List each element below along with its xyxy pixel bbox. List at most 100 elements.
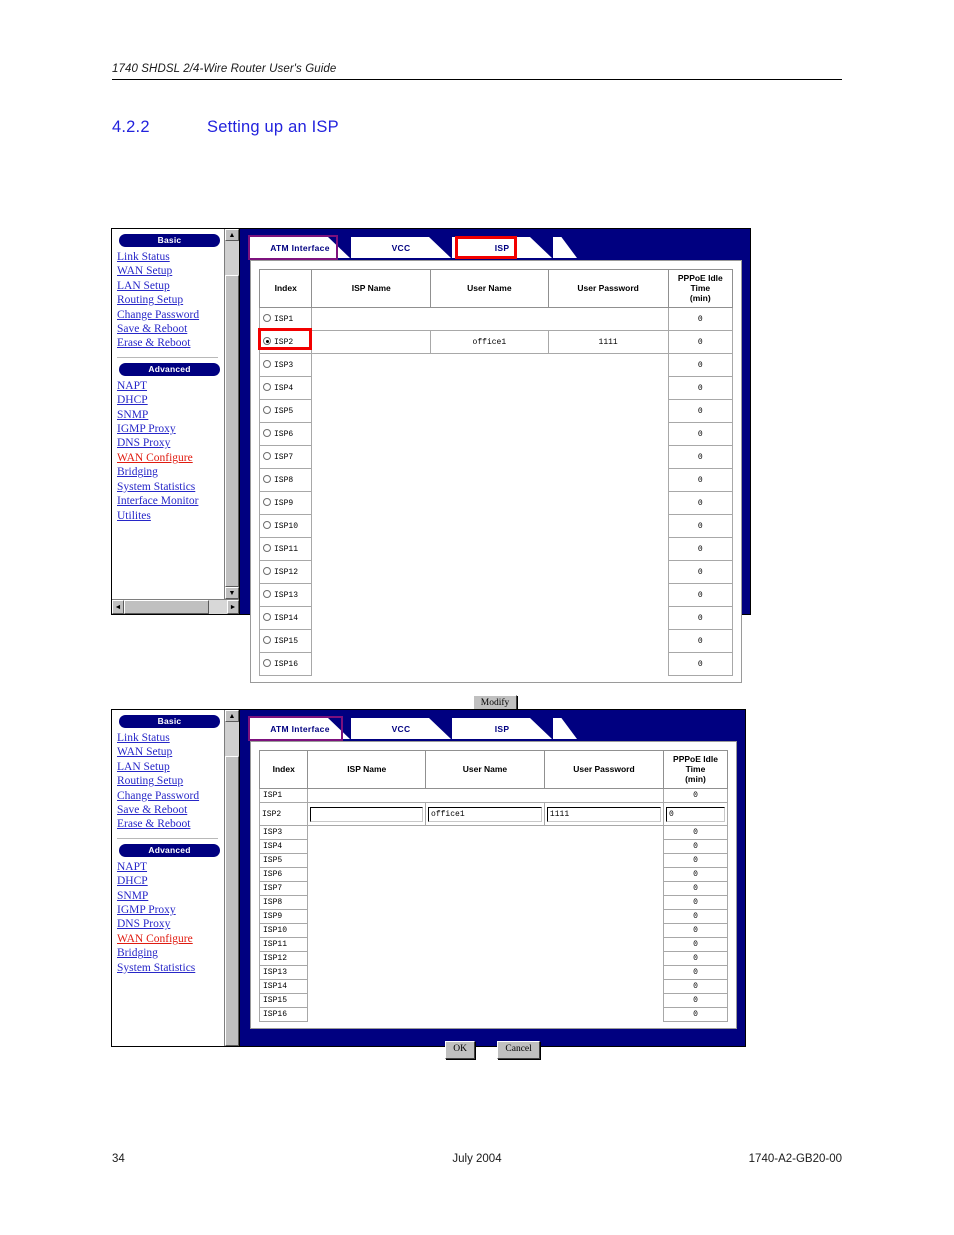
user-name-input[interactable]: office1	[428, 806, 542, 822]
sidebar-item-change-password-edit[interactable]: Change Password	[115, 789, 224, 803]
cancel-button[interactable]: Cancel	[497, 1041, 540, 1059]
sidebar-item-wan-setup[interactable]: WAN Setup	[115, 264, 224, 278]
isp-name-input[interactable]	[310, 806, 424, 822]
isp-index-cell[interactable]: ISP6	[258, 422, 313, 447]
isp-select-radio[interactable]	[263, 429, 271, 438]
sidebar-item-routing-setup[interactable]: Routing Setup	[115, 293, 224, 307]
sidebar-item-save-reboot-edit[interactable]: Save & Reboot	[115, 803, 224, 817]
isp-select-radio[interactable]	[263, 498, 271, 507]
isp-select-radio[interactable]	[263, 590, 271, 599]
isp-select-radio[interactable]	[263, 475, 271, 484]
vertical-scroll-thumb-edit[interactable]	[225, 756, 239, 1046]
isp-select-radio[interactable]	[263, 314, 271, 323]
isp-index-cell[interactable]: ISP16	[258, 652, 313, 677]
tab-isp[interactable]: ISP	[452, 237, 552, 258]
table-row: ISP10 0	[258, 514, 734, 539]
vertical-scroll-thumb[interactable]	[225, 275, 239, 587]
isp-index-cell[interactable]: ISP2	[258, 328, 313, 355]
sidebar-item-lan-setup-edit[interactable]: LAN Setup	[115, 760, 224, 774]
isp-index-cell[interactable]: ISP4	[258, 376, 313, 401]
scroll-up-icon[interactable]: ▲	[225, 229, 239, 241]
sidebar-item-system-statistics-edit[interactable]: System Statistics	[115, 961, 224, 975]
isp-select-radio[interactable]	[263, 613, 271, 622]
sidebar-item-wan-configure[interactable]: WAN Configure	[115, 451, 224, 465]
isp-select-radio[interactable]	[263, 636, 271, 645]
isp-index-cell[interactable]: ISP9	[258, 491, 313, 516]
tab-atm-interface-edit[interactable]: ATM Interface	[250, 718, 350, 739]
isp-index-cell[interactable]: ISP7	[258, 445, 313, 470]
isp-index-cell[interactable]: ISP10	[258, 514, 313, 539]
sidebar-item-save-reboot[interactable]: Save & Reboot	[115, 322, 224, 336]
sidebar-vertical-scrollbar-edit[interactable]: ▲	[224, 710, 239, 1046]
sidebar-vertical-scrollbar[interactable]: ▲ ▼	[224, 229, 239, 599]
sidebar-item-snmp-edit[interactable]: SNMP	[115, 889, 224, 903]
isp-select-radio[interactable]	[263, 383, 271, 392]
isp-index-cell[interactable]: ISP3	[258, 353, 313, 378]
isp-isp-name-cell	[312, 492, 431, 515]
sidebar-item-link-status[interactable]: Link Status	[115, 250, 224, 264]
sidebar-item-napt[interactable]: NAPT	[115, 379, 224, 393]
isp-index-cell[interactable]: ISP14	[258, 606, 313, 631]
sidebar-item-snmp[interactable]: SNMP	[115, 408, 224, 422]
horizontal-scroll-thumb[interactable]	[124, 600, 209, 614]
isp-select-radio[interactable]	[263, 659, 271, 668]
column-header-pppoe-idle-time-edit: PPPoE Idle Time (min)	[662, 749, 729, 790]
isp-select-radio[interactable]	[263, 567, 271, 576]
sidebar-item-wan-configure-edit[interactable]: WAN Configure	[115, 932, 224, 946]
sidebar-item-utilites[interactable]: Utilites	[115, 509, 224, 523]
isp-index-cell: ISP9	[258, 909, 309, 925]
vertical-scroll-track-edit[interactable]	[225, 722, 239, 1046]
sidebar-item-lan-setup[interactable]: LAN Setup	[115, 279, 224, 293]
scroll-left-icon[interactable]: ◄	[112, 600, 124, 614]
sidebar-item-wan-setup-edit[interactable]: WAN Setup	[115, 745, 224, 759]
isp-index-cell[interactable]: ISP15	[258, 629, 313, 654]
scroll-down-icon[interactable]: ▼	[225, 587, 239, 599]
sidebar-item-napt-edit[interactable]: NAPT	[115, 860, 224, 874]
sidebar-item-routing-setup-edit[interactable]: Routing Setup	[115, 774, 224, 788]
isp-select-radio[interactable]	[263, 521, 271, 530]
sidebar-item-interface-monitor[interactable]: Interface Monitor	[115, 494, 224, 508]
isp-user-password-cell	[544, 868, 663, 882]
column-header-user-password-edit: User Password	[543, 749, 664, 790]
user-password-input[interactable]: 1111	[546, 806, 661, 822]
tab-isp-edit[interactable]: ISP	[452, 718, 552, 739]
isp-select-radio[interactable]	[263, 452, 271, 461]
sidebar-item-erase-reboot[interactable]: Erase & Reboot	[115, 336, 224, 350]
isp-index-cell[interactable]: ISP1	[258, 307, 313, 332]
scroll-right-icon[interactable]: ►	[227, 600, 239, 614]
isp-index-cell[interactable]: ISP11	[258, 537, 313, 562]
isp-index-cell[interactable]: ISP5	[258, 399, 313, 424]
ok-button[interactable]: OK	[445, 1041, 475, 1059]
sidebar-horizontal-scrollbar[interactable]: ◄ ►	[112, 599, 239, 614]
sidebar-item-igmp-proxy-edit[interactable]: IGMP Proxy	[115, 903, 224, 917]
isp-idle-time-cell: 0	[662, 937, 729, 953]
idle-time-input[interactable]: 0	[665, 806, 725, 822]
isp-index-cell[interactable]: ISP12	[258, 560, 313, 585]
sidebar-item-erase-reboot-edit[interactable]: Erase & Reboot	[115, 817, 224, 831]
sidebar-item-dhcp-edit[interactable]: DHCP	[115, 874, 224, 888]
sidebar-item-dns-proxy[interactable]: DNS Proxy	[115, 436, 224, 450]
sidebar-item-bridging[interactable]: Bridging	[115, 465, 224, 479]
isp-index-cell: ISP13	[258, 965, 309, 981]
sidebar-item-change-password[interactable]: Change Password	[115, 308, 224, 322]
sidebar-item-igmp-proxy[interactable]: IGMP Proxy	[115, 422, 224, 436]
isp-select-radio[interactable]	[263, 360, 271, 369]
isp-index-cell[interactable]: ISP13	[258, 583, 313, 608]
sidebar-item-bridging-edit[interactable]: Bridging	[115, 946, 224, 960]
isp-select-radio[interactable]	[263, 544, 271, 553]
sidebar-item-dns-proxy-edit[interactable]: DNS Proxy	[115, 917, 224, 931]
isp-user-password-cell	[548, 423, 668, 446]
sidebar-item-link-status-edit[interactable]: Link Status	[115, 731, 224, 745]
tab-vcc-edit[interactable]: VCC	[351, 718, 451, 739]
isp-select-radio[interactable]	[263, 406, 271, 415]
tab-atm-interface[interactable]: ATM Interface	[250, 237, 350, 258]
sidebar-item-system-statistics[interactable]: System Statistics	[115, 480, 224, 494]
scroll-up-icon-edit[interactable]: ▲	[225, 710, 239, 722]
vertical-scroll-track[interactable]	[225, 241, 239, 587]
isp-isp-name-cell	[312, 653, 431, 676]
tab-vcc[interactable]: VCC	[351, 237, 451, 258]
isp-index-label: ISP2	[274, 338, 294, 348]
isp-select-radio[interactable]	[263, 337, 271, 346]
isp-index-cell[interactable]: ISP8	[258, 468, 313, 493]
sidebar-item-dhcp[interactable]: DHCP	[115, 393, 224, 407]
